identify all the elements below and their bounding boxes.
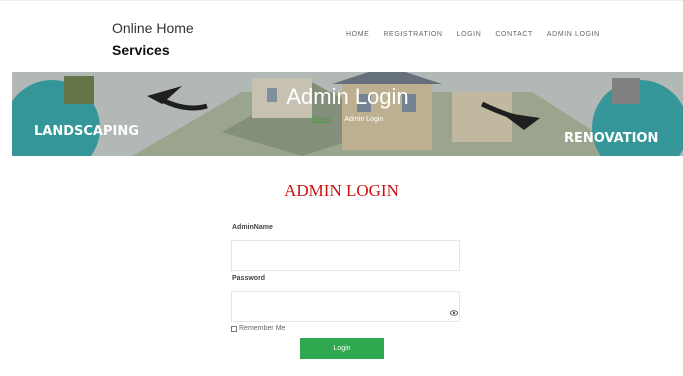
remember-me[interactable]: Remember Me — [231, 325, 285, 332]
login-button[interactable]: Login — [300, 338, 384, 359]
password-input[interactable] — [231, 291, 460, 322]
page-banner: LANDSCAPING RENOVATION Admin Login Home A… — [12, 72, 683, 156]
remember-me-label: Remember Me — [239, 325, 286, 332]
nav-registration[interactable]: REGISTRATION — [383, 31, 442, 38]
site-header: Online Home Services HOME REGISTRATION L… — [0, 0, 683, 72]
password-label: Password — [232, 275, 266, 282]
renovation-badge-text: RENOVATION — [564, 131, 658, 146]
nav-contact[interactable]: CONTACT — [495, 31, 533, 38]
brand-line1: Online Home — [112, 20, 194, 36]
brand-logo[interactable]: Online Home Services — [112, 17, 194, 61]
breadcrumb-current: Admin Login — [344, 116, 384, 123]
breadcrumb: Home Admin Login — [12, 116, 683, 123]
login-heading: ADMIN LOGIN — [284, 181, 399, 200]
brand-line2: Services — [112, 42, 170, 58]
remember-me-checkbox[interactable] — [231, 325, 237, 332]
main-nav: HOME REGISTRATION LOGIN CONTACT ADMIN LO… — [346, 31, 600, 38]
admin-name-input[interactable] — [231, 240, 460, 271]
breadcrumb-home[interactable]: Home — [312, 116, 331, 123]
landscaping-badge-text: LANDSCAPING — [34, 124, 139, 139]
nav-home[interactable]: HOME — [346, 31, 369, 38]
eye-icon[interactable] — [450, 309, 458, 317]
admin-name-label: AdminName — [232, 224, 273, 231]
nav-admin-login[interactable]: ADMIN LOGIN — [547, 31, 600, 38]
nav-login[interactable]: LOGIN — [457, 31, 482, 38]
page-title: Admin Login — [286, 84, 409, 109]
